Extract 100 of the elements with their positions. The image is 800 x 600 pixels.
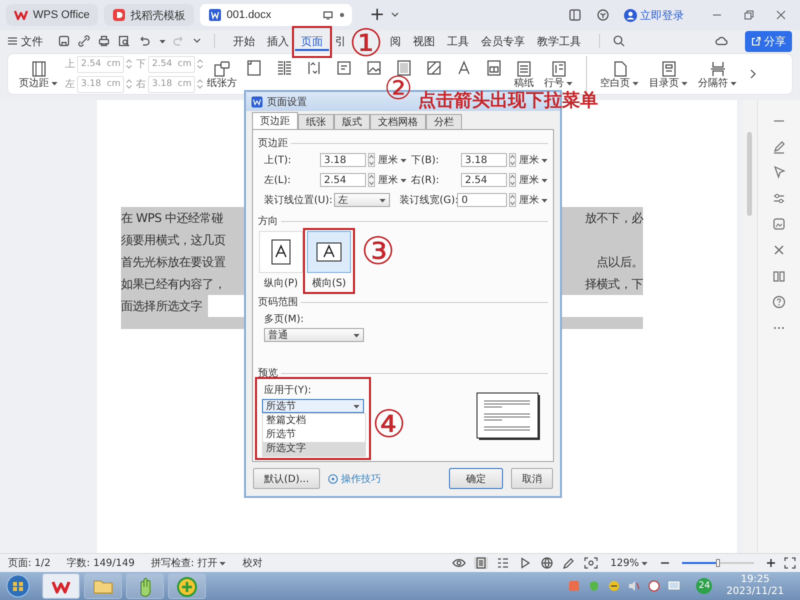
spinner-icon[interactable] [368, 173, 375, 187]
unit-dropdown[interactable]: 厘米 [519, 153, 548, 167]
share-arrow-icon [751, 36, 761, 46]
dropdown[interactable]: 左 [334, 193, 390, 207]
login-link[interactable]: 立即登录 [624, 8, 684, 22]
theme-icon[interactable] [335, 59, 353, 77]
dialog-tab[interactable]: 页边距 [252, 112, 298, 129]
cloud-icon[interactable] [715, 36, 728, 46]
spinner-icon[interactable] [509, 153, 516, 167]
number-field[interactable]: 0 [457, 193, 507, 207]
ribbon-tab[interactable]: 引 [329, 31, 346, 51]
slider-thumb[interactable] [716, 559, 720, 567]
eye-icon[interactable] [452, 557, 466, 569]
columns-icon[interactable] [275, 59, 293, 77]
number-field[interactable]: 2.54 [320, 173, 366, 187]
globe-icon[interactable] [540, 557, 554, 569]
ribbon-tab[interactable]: 会员专享 [475, 31, 531, 51]
dropdown-option[interactable]: 所选节 [263, 428, 365, 442]
start-orb-icon[interactable] [6, 574, 30, 598]
tray-circle-icon[interactable] [648, 580, 660, 592]
taskbar-app[interactable] [42, 573, 80, 599]
print-preview-icon[interactable] [118, 35, 130, 47]
ribbon-tab[interactable]: 阅 [384, 31, 407, 51]
help-icon[interactable] [771, 294, 787, 310]
ribbon-button[interactable]: 目录页 [644, 60, 693, 88]
hatch-icon[interactable] [425, 59, 443, 77]
number-field[interactable]: 3.18 [320, 153, 366, 167]
page-size-icon[interactable] [245, 59, 263, 77]
search-icon[interactable] [613, 35, 625, 47]
window-tab[interactable]: 找稻壳模板 [104, 4, 194, 26]
ribbon-tab[interactable]: 开始 [227, 31, 261, 51]
ribbon-tab[interactable]: 页面 [295, 31, 329, 51]
fit-icon[interactable] [584, 557, 598, 569]
file-menu-button[interactable]: 文件 [8, 34, 43, 48]
orientation-option[interactable] [259, 231, 303, 273]
default-button[interactable]: 默认(D)... [253, 468, 320, 489]
dropdown-option[interactable]: 所选文字 [263, 442, 365, 456]
save-icon[interactable] [58, 35, 70, 47]
image-tool-icon[interactable] [771, 216, 787, 232]
new-tab-button[interactable]: + [370, 6, 385, 24]
margins-button[interactable]: 页边距 [14, 60, 63, 88]
tips-link[interactable]: 操作技巧 [328, 472, 382, 486]
chevron-icon[interactable] [193, 38, 201, 44]
ribbon-tab[interactable]: 教学工具 [531, 31, 587, 51]
number-field[interactable]: 3.18 [461, 153, 507, 167]
ribbon-tab[interactable]: 插入 [261, 31, 295, 51]
proofread-button[interactable]: 校对 [242, 556, 262, 570]
fullscreen-icon[interactable] [784, 557, 796, 569]
dropdown[interactable]: 所选节 [262, 399, 364, 413]
dropdown-option[interactable]: 整篇文档 [263, 414, 365, 428]
spinner-icon[interactable] [509, 193, 516, 207]
spell-check-button[interactable]: 拼写检查: 打开 [150, 556, 226, 570]
outline-icon[interactable] [496, 557, 510, 569]
scrollbar-thumb[interactable] [747, 132, 752, 216]
share-button[interactable]: 分享 [745, 30, 792, 52]
ribbon-tab[interactable]: 视图 [407, 31, 441, 51]
picture-icon[interactable] [365, 59, 383, 77]
spinner-icon[interactable] [368, 153, 375, 167]
zoom-in-icon[interactable] [766, 558, 776, 568]
scroll-right-icon[interactable] [748, 68, 758, 80]
document-icon [251, 96, 263, 108]
monitor-icon[interactable] [668, 580, 680, 592]
restore-icon[interactable] [744, 10, 754, 20]
window-tab[interactable]: 001.docx [200, 4, 352, 26]
unit-dropdown[interactable]: 厘米 [378, 153, 407, 167]
undo-icon[interactable] [138, 35, 150, 47]
dialog-tab[interactable]: 纸张 [298, 114, 334, 129]
cursor-icon[interactable] [771, 164, 787, 180]
page-view-icon[interactable] [474, 557, 488, 569]
cancel-button[interactable]: 取消 [511, 468, 553, 489]
taskbar-app[interactable] [126, 573, 164, 599]
sidebar-toggle-icon[interactable] [569, 9, 581, 21]
ribbon-button[interactable]: 行号 [539, 60, 578, 88]
dialog-tab[interactable]: 版式 [334, 114, 370, 129]
vertical-scrollbar[interactable] [743, 100, 757, 553]
pen-icon[interactable] [562, 557, 576, 569]
orientation-option[interactable] [307, 231, 351, 273]
number-field[interactable]: 2.54 [461, 173, 507, 187]
ribbon-tab[interactable]: 工具 [441, 31, 475, 51]
unit-dropdown[interactable]: 厘米 [519, 193, 548, 207]
link-icon[interactable] [78, 35, 90, 47]
dialog-tab[interactable]: 文档网格 [370, 114, 426, 129]
unit-dropdown[interactable]: 厘米 [519, 173, 548, 187]
spinner-icon[interactable] [509, 173, 516, 187]
close-icon[interactable] [776, 10, 786, 20]
dialog-tab[interactable]: 分栏 [426, 114, 462, 129]
orientation-button[interactable]: 纸张方 [205, 60, 239, 88]
ribbon-button[interactable]: 稿纸 [509, 60, 539, 88]
page-border-icon[interactable] [395, 59, 413, 77]
ribbon-button[interactable]: 空白页 [595, 60, 644, 88]
print-icon[interactable] [98, 35, 110, 47]
dropdown[interactable]: 普通 [264, 328, 364, 342]
zigzag-logo-icon [14, 8, 28, 22]
zoom-level-button[interactable]: 129% [610, 558, 648, 568]
unit-dropdown[interactable]: 厘米 [378, 173, 407, 187]
ribbon-button[interactable]: 分隔符 [693, 60, 742, 88]
ok-button[interactable]: 确定 [449, 468, 503, 489]
window-tab[interactable]: WPS Office [6, 4, 98, 26]
grid-page-icon[interactable] [485, 59, 503, 77]
speaker-icon[interactable] [628, 580, 640, 592]
